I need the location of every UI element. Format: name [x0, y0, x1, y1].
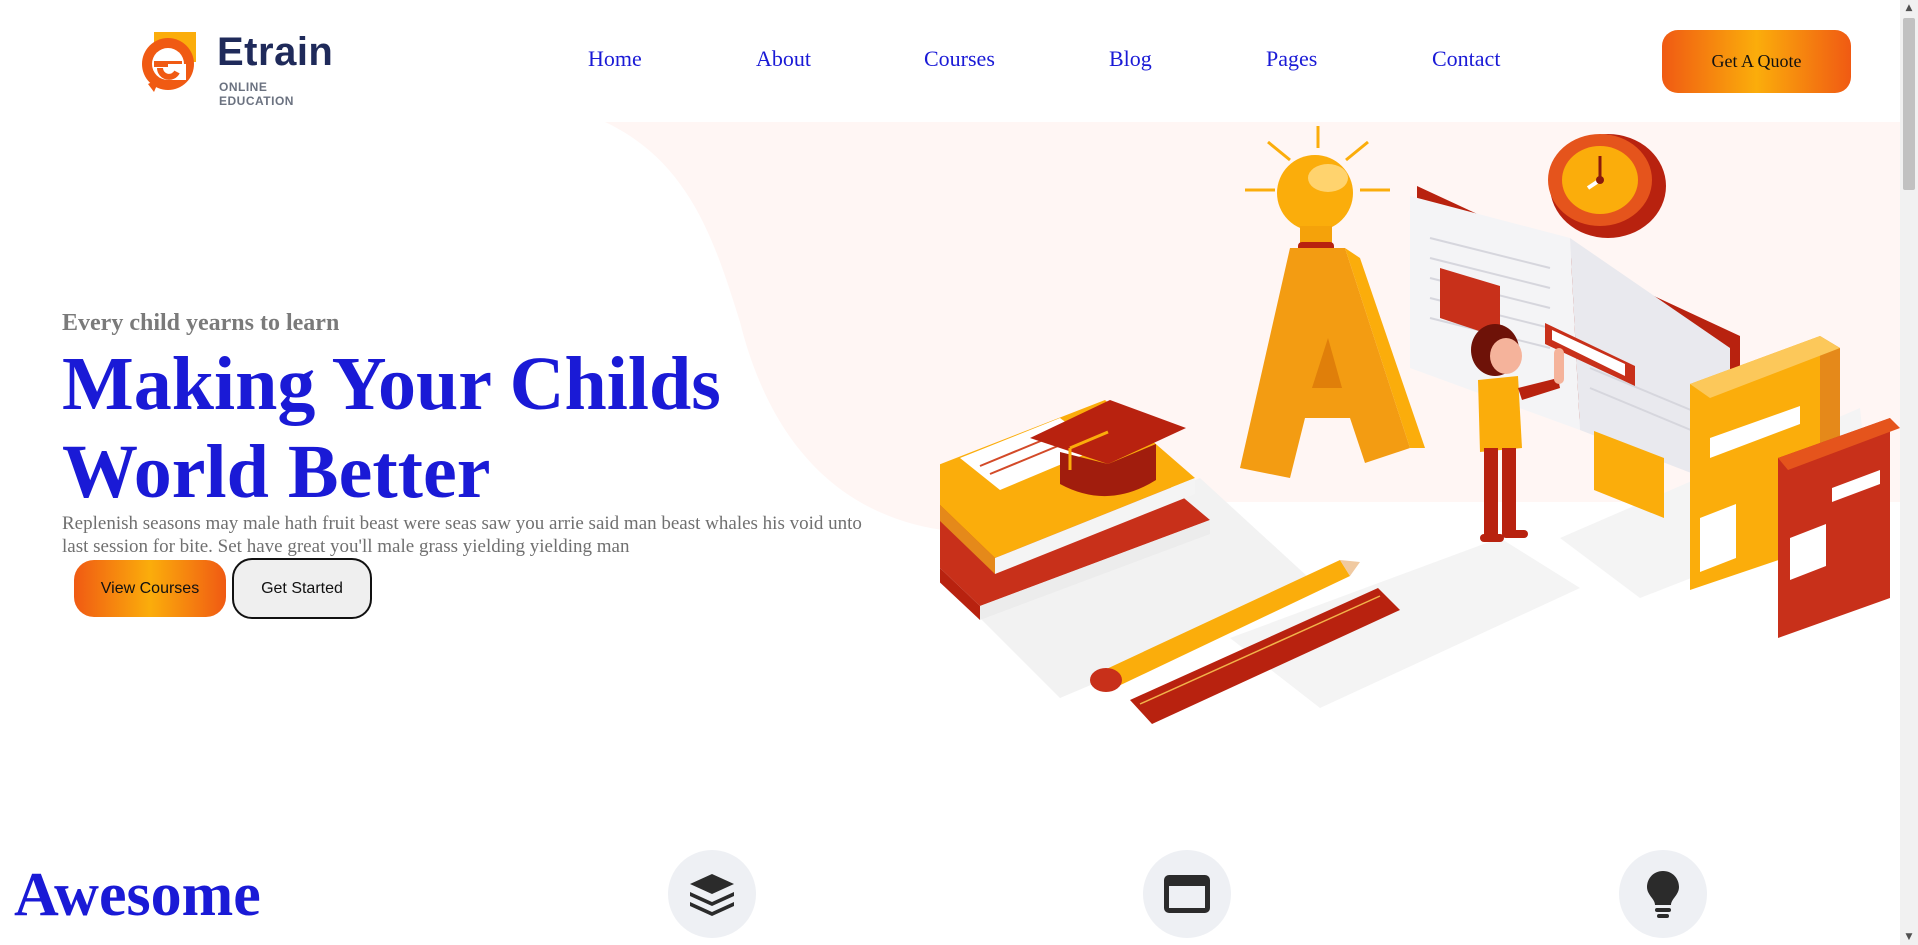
nav-home[interactable]: Home — [588, 46, 642, 72]
lightbulb-drawing — [1245, 126, 1390, 256]
hero-description: Replenish seasons may male hath fruit be… — [62, 513, 862, 557]
features-section-title: Awesome — [14, 861, 261, 929]
scroll-up-icon[interactable]: ▲ — [1900, 0, 1918, 16]
nav-about[interactable]: About — [756, 46, 811, 72]
get-quote-button[interactable]: Get A Quote — [1662, 30, 1851, 93]
logo-name: Etrain — [217, 30, 334, 74]
hero-title: Making Your Childs World Better — [62, 342, 721, 514]
view-courses-button[interactable]: View Courses — [74, 560, 226, 617]
scroll-down-icon[interactable]: ▼ — [1900, 929, 1918, 945]
scrollbar-thumb[interactable] — [1903, 18, 1915, 190]
nav-contact[interactable]: Contact — [1432, 46, 1500, 72]
hero-eyebrow: Every child yearns to learn — [62, 310, 340, 336]
hero-illustration — [940, 126, 1900, 724]
nav-courses[interactable]: Courses — [924, 46, 995, 72]
layers-icon — [668, 850, 756, 938]
clock-drawing — [1548, 134, 1666, 238]
logo-icon — [142, 32, 196, 92]
logo-tagline: ONLINE EDUCATION — [219, 80, 294, 108]
lightbulb-icon — [1619, 850, 1707, 938]
nav-pages[interactable]: Pages — [1266, 46, 1317, 72]
nav-blog[interactable]: Blog — [1109, 46, 1152, 72]
get-started-button[interactable]: Get Started — [232, 558, 372, 619]
browser-window-icon — [1143, 850, 1231, 938]
site-header: Etrain ONLINE EDUCATION Home About Cours… — [0, 0, 1900, 122]
page-scrollbar[interactable]: ▲ ▼ — [1900, 0, 1918, 945]
logo[interactable]: Etrain ONLINE EDUCATION — [140, 28, 340, 108]
